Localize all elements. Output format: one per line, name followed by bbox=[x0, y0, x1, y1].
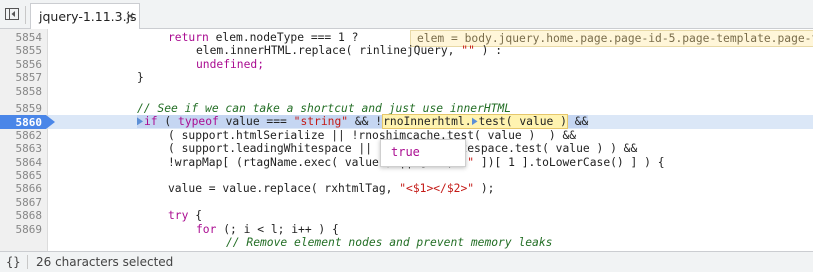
code-line[interactable]: // Remove element nodes and prevent memo… bbox=[226, 236, 552, 249]
code-line[interactable]: for (; i < l; i++ ) { bbox=[196, 223, 339, 236]
breakpoint-location-icon[interactable] bbox=[471, 117, 478, 126]
code-editor[interactable]: 5854 5855 5856 5857 5858 5859 5861 5862 … bbox=[0, 29, 813, 251]
line-number[interactable]: 5858 bbox=[0, 85, 43, 98]
evaluated-expression-highlight[interactable]: rnoInnerhtml. test( value ) bbox=[382, 114, 568, 130]
selection-status: 26 characters selected bbox=[36, 255, 174, 269]
code-line[interactable]: } bbox=[137, 71, 144, 84]
toggle-navigator-icon[interactable] bbox=[5, 8, 19, 20]
status-bar: {} 26 characters selected bbox=[0, 251, 813, 272]
line-number[interactable]: 5869 bbox=[0, 223, 43, 236]
code-line[interactable]: return elem.nodeType === 1 ? bbox=[168, 31, 358, 44]
code-line[interactable]: elem.innerHTML.replace( rinlinejQuery, "… bbox=[196, 44, 502, 57]
file-tab-label: jquery-1.11.3.js bbox=[39, 9, 137, 24]
close-tab-icon[interactable]: × bbox=[125, 9, 135, 23]
code-line[interactable]: undefined; bbox=[196, 58, 264, 71]
code-line[interactable]: try { bbox=[168, 209, 202, 222]
pretty-print-icon[interactable]: {} bbox=[6, 255, 20, 269]
file-tab[interactable]: jquery-1.11.3.js × bbox=[30, 3, 140, 29]
toolbar-divider bbox=[25, 6, 26, 24]
line-number[interactable]: 5868 bbox=[0, 209, 43, 222]
line-number[interactable]: 5862 bbox=[0, 129, 43, 142]
line-number[interactable]: 5854 bbox=[0, 31, 43, 44]
breakpoint-location-icon[interactable] bbox=[137, 117, 143, 126]
code-line[interactable]: // See if we can take a shortcut and jus… bbox=[137, 102, 511, 115]
active-line-number[interactable]: 5860 bbox=[0, 116, 43, 129]
evaluation-popover[interactable]: true bbox=[380, 139, 466, 167]
line-number[interactable]: 5859 bbox=[0, 102, 43, 115]
line-number[interactable]: 5867 bbox=[0, 196, 43, 209]
line-number[interactable]: 5857 bbox=[0, 71, 43, 84]
popover-value: true bbox=[391, 145, 420, 159]
line-number[interactable]: 5864 bbox=[0, 156, 43, 169]
code-line-current[interactable]: if ( typeof value === "string" && !rnoIn… bbox=[137, 114, 589, 130]
code-line[interactable]: value = value.replace( rxhtmlTag, "<$1><… bbox=[168, 182, 494, 195]
line-number[interactable]: 5865 bbox=[0, 169, 43, 182]
status-divider bbox=[27, 255, 28, 269]
line-number-gutter[interactable]: 5854 5855 5856 5857 5858 5859 5861 5862 … bbox=[0, 29, 48, 251]
line-number[interactable]: 5863 bbox=[0, 142, 43, 155]
line-number[interactable]: 5866 bbox=[0, 182, 43, 195]
tab-bar: jquery-1.11.3.js × bbox=[0, 0, 813, 29]
code-line[interactable]: ( support.htmlSerialize || !rnoshimcache… bbox=[168, 129, 576, 142]
line-number[interactable]: 5855 bbox=[0, 44, 43, 57]
line-number[interactable]: 5856 bbox=[0, 58, 43, 71]
